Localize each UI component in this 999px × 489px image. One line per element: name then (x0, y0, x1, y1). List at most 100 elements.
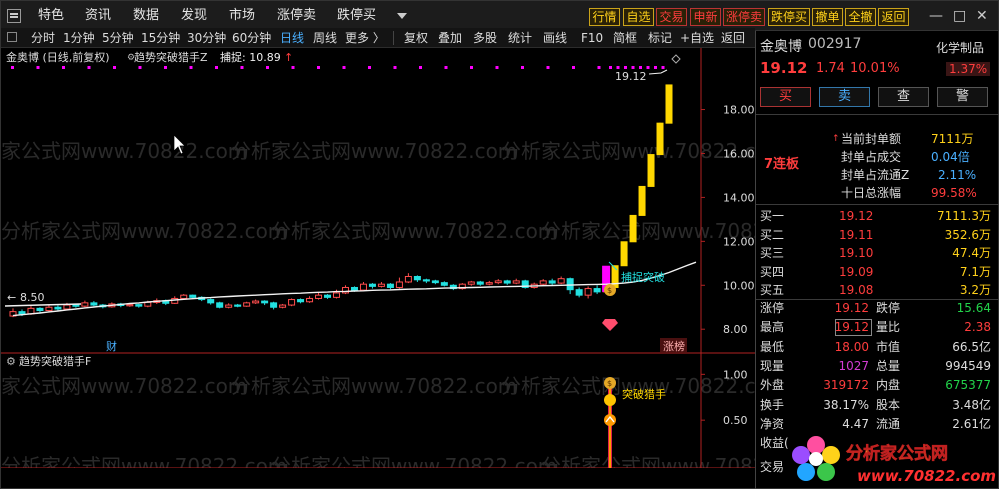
watermark-text: 分析家公式网www.70822.com (231, 139, 517, 163)
tool-add-watchlist[interactable]: +自选 (680, 30, 714, 46)
stat-label: 换手 (760, 397, 785, 412)
lower-indicator-name: 趋势突破猎手F (19, 354, 91, 368)
candle-body (557, 278, 565, 284)
sector-name[interactable]: 化学制品 (936, 39, 984, 56)
tool-F10[interactable]: F10 (581, 30, 603, 46)
stat-row: 换手 38.17% 股本 3.48亿 (756, 396, 999, 415)
quick-button-跌停买[interactable]: 跌停买 (768, 8, 810, 26)
tab-1分钟[interactable]: 1分钟 (63, 30, 95, 46)
sell-button[interactable]: 卖 (819, 87, 870, 107)
bid-row[interactable]: 买一 19.12 7111.3万 (756, 207, 999, 226)
bid-volume: 352.6万 (944, 227, 991, 242)
logo-url: www.70822.com (857, 467, 996, 485)
tool-标记[interactable]: 标记 (648, 30, 672, 46)
signal-dot (240, 66, 244, 69)
candle-body (234, 304, 242, 307)
tool-画线[interactable]: 画线 (543, 30, 567, 46)
menu-item-发现[interactable]: 发现 (181, 1, 207, 31)
stat-label: 股本 (876, 397, 901, 412)
candle-body (279, 304, 287, 308)
tool-多股[interactable]: 多股 (473, 30, 497, 46)
chart-header-stock: 金奥博 (日线,前复权) (6, 50, 110, 64)
menu-item-跌停买[interactable]: 跌停买 (337, 1, 376, 31)
limit-up-badge[interactable]: 涨榜 (663, 339, 685, 353)
minimize-icon[interactable]: — (929, 8, 943, 24)
price-tick-label: 12.00 (723, 235, 755, 248)
buy-button[interactable]: 买 (760, 87, 811, 107)
quick-button-交易[interactable]: 交易 (656, 8, 687, 26)
stat-value: 38.17% (823, 397, 869, 412)
chart-area[interactable]: 分析家公式网www.70822.com分析家公式网www.70822.com分析… (0, 48, 999, 483)
bid-row[interactable]: 买四 19.09 7.1万 (756, 263, 999, 282)
signal-dot (470, 66, 473, 69)
tool-返回[interactable]: 返回 (721, 30, 745, 46)
tab-60分钟[interactable]: 60分钟 (232, 30, 271, 46)
tab-5分钟[interactable]: 5分钟 (102, 30, 134, 46)
main-menu-icon[interactable] (7, 9, 21, 23)
candle-body (512, 280, 520, 284)
watermark-text: 分析家公式网www.70822.com (1, 374, 247, 398)
menu-item-资讯[interactable]: 资讯 (85, 1, 111, 31)
candle-body (584, 288, 592, 296)
maximize-icon[interactable]: □ (953, 8, 966, 24)
tab-30分钟[interactable]: 30分钟 (187, 30, 226, 46)
candle-body (72, 304, 80, 307)
more-menu-caret-icon[interactable] (397, 13, 407, 19)
menu-item-涨停卖[interactable]: 涨停卖 (277, 1, 316, 31)
tool-复权[interactable]: 复权 (404, 30, 428, 46)
bid-row[interactable]: 买二 19.11 352.6万 (756, 226, 999, 245)
quick-button-行情[interactable]: 行情 (589, 8, 620, 26)
quick-button-撤单[interactable]: 撤单 (812, 8, 843, 26)
menu-item-特色[interactable]: 特色 (38, 1, 64, 31)
panel-toggle-icon[interactable] (7, 32, 17, 42)
kline-chart[interactable]: 分析家公式网www.70822.com分析家公式网www.70822.com分析… (0, 48, 999, 483)
quick-button-涨停卖[interactable]: 涨停卖 (723, 8, 765, 26)
quick-button-自选[interactable]: 自选 (623, 8, 654, 26)
candle-body (144, 301, 152, 307)
quick-button-返回[interactable]: 返回 (878, 8, 909, 26)
menu-item-市场[interactable]: 市场 (229, 1, 255, 31)
signal-dot (444, 66, 448, 69)
close-icon[interactable]: ✕ (976, 8, 988, 24)
candle-body (395, 281, 403, 288)
candle-body (422, 279, 430, 282)
query-button[interactable]: 查 (878, 87, 929, 107)
finance-badge[interactable]: 财 (106, 339, 117, 353)
stat-row: 涨停 19.12 跌停 15.64 (756, 299, 999, 318)
low-price-marker: ← (7, 291, 16, 304)
candle-body (593, 288, 601, 293)
stat-label: 最高 (760, 320, 785, 335)
candle-body (368, 283, 376, 287)
tab-日线[interactable]: 日线 (280, 30, 304, 46)
signal-dot (609, 66, 612, 69)
quick-button-申新[interactable]: 申新 (690, 8, 721, 26)
candle-body (638, 185, 646, 216)
signal-dot (624, 66, 627, 69)
tab-分时[interactable]: 分时 (31, 30, 55, 46)
price-tick-label: 18.00 (723, 104, 755, 117)
bid-row[interactable]: 买三 19.10 47.4万 (756, 244, 999, 263)
signal-dot (291, 66, 295, 69)
quick-button-全撤[interactable]: 全撤 (845, 8, 876, 26)
alert-button[interactable]: 警 (937, 87, 988, 107)
tab-15分钟[interactable]: 15分钟 (141, 30, 180, 46)
candle-body (333, 292, 341, 298)
indicator-tick-label: 1.00 (723, 368, 748, 381)
tool-统计[interactable]: 统计 (508, 30, 532, 46)
signal-dots (11, 66, 665, 69)
tab-周线[interactable]: 周线 (313, 30, 337, 46)
tool-简框[interactable]: 简框 (613, 30, 637, 46)
trade-tab[interactable]: 交易 (760, 458, 784, 475)
tool-叠加[interactable]: 叠加 (438, 30, 462, 46)
settings-gear-icon[interactable]: ⚙ (127, 53, 135, 63)
bid-price: 19.11 (839, 227, 874, 242)
signal-dot (11, 66, 14, 69)
candle-body (485, 282, 493, 285)
menu-item-数据[interactable]: 数据 (133, 1, 159, 31)
candle-body (503, 280, 511, 284)
lower-settings-gear-icon[interactable]: ⚙ (6, 355, 16, 368)
price-tick-label: 8.00 (723, 323, 748, 336)
candle-body (306, 297, 314, 303)
tab-更多[interactable]: 更多 〉 (345, 30, 385, 46)
bid-row[interactable]: 买五 19.08 3.2万 (756, 281, 999, 300)
